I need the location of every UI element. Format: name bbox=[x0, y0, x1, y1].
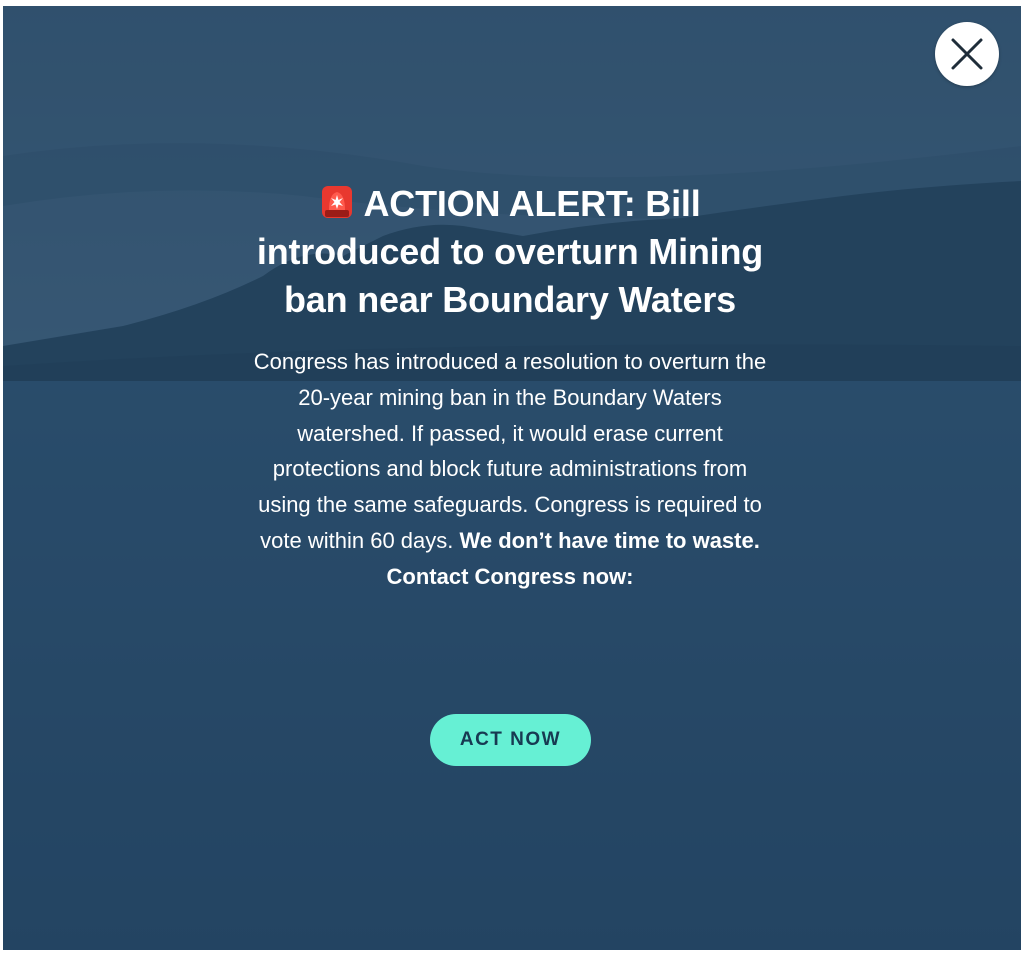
alert-body-bold-2: Contact Congress now: bbox=[386, 563, 634, 589]
act-now-button[interactable]: ACT NOW bbox=[430, 714, 591, 766]
alert-content: ACTION ALERT: Bill introduced to overtur… bbox=[250, 180, 770, 595]
close-button[interactable] bbox=[935, 22, 999, 86]
alert-headline: ACTION ALERT: Bill introduced to overtur… bbox=[250, 180, 770, 324]
close-icon bbox=[951, 38, 983, 70]
police-siren-icon bbox=[322, 186, 353, 218]
alert-body-text: Congress has introduced a resolution to … bbox=[253, 349, 767, 553]
alert-body-bold-1: We don’t have time to waste. bbox=[459, 527, 760, 553]
alert-body: Congress has introduced a resolution to … bbox=[250, 344, 770, 595]
